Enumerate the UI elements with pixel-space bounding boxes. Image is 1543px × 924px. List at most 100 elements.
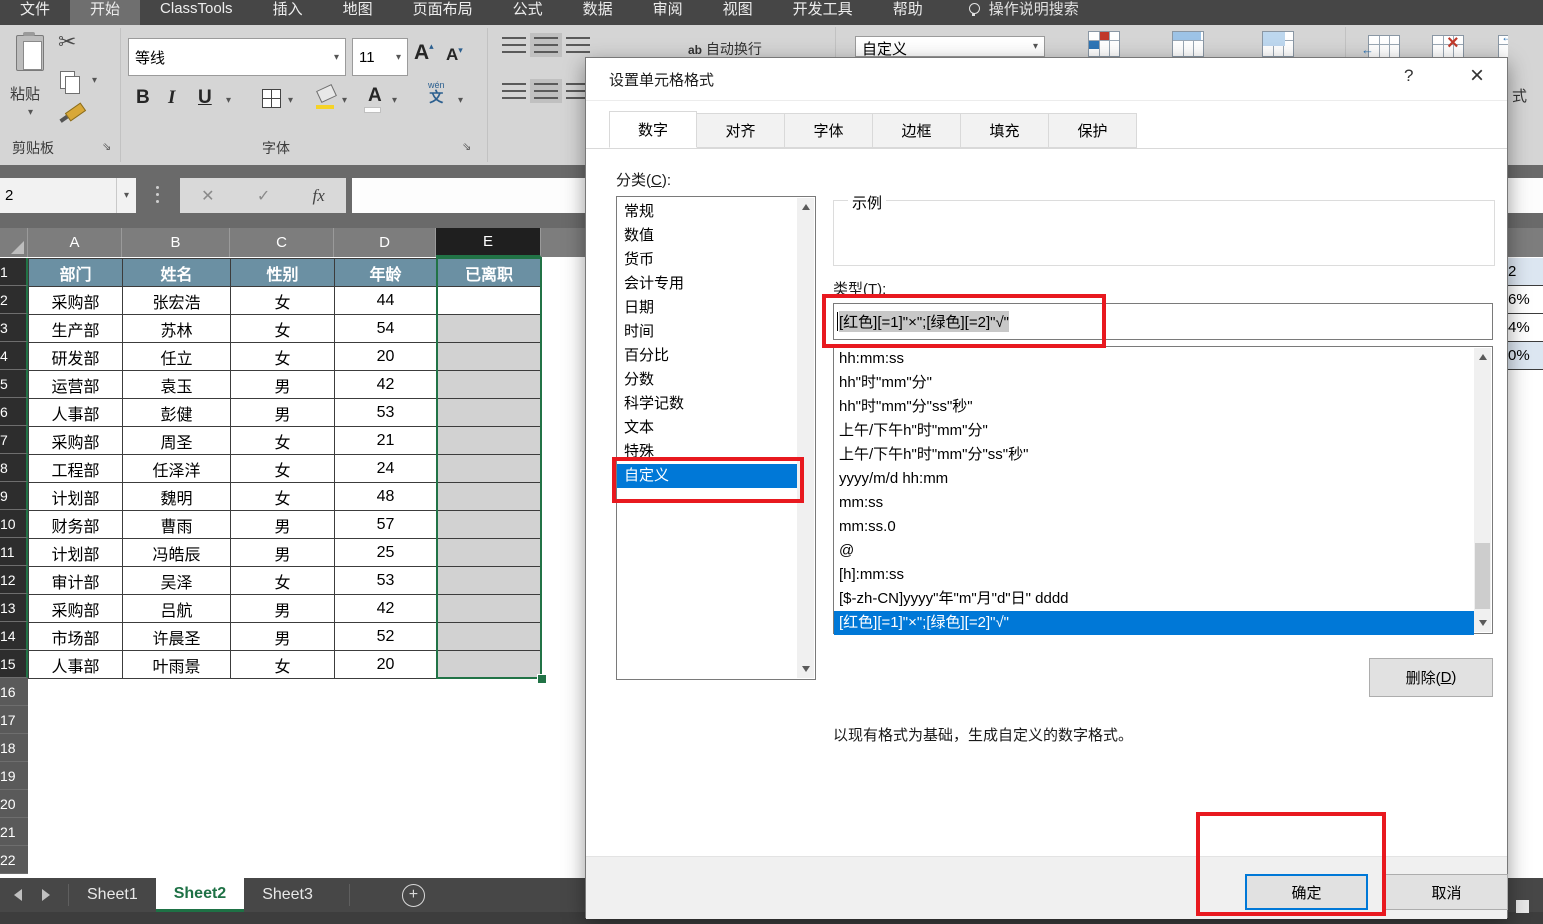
dialog-help-button[interactable]: ?: [1404, 66, 1413, 86]
category-option[interactable]: 文本: [617, 416, 797, 440]
underline-dropdown-arrow[interactable]: ▾: [226, 95, 231, 106]
font-color-dropdown-arrow[interactable]: ▾: [392, 95, 397, 106]
cell[interactable]: 采购部: [29, 595, 123, 623]
cell[interactable]: 44: [335, 287, 437, 315]
cancel-entry-icon[interactable]: ✕: [201, 186, 214, 206]
font-name-combo[interactable]: 等线 ▾: [128, 38, 346, 76]
row-header[interactable]: 11: [0, 538, 28, 566]
cell[interactable]: 57: [335, 511, 437, 539]
cell[interactable]: 研发部: [29, 343, 123, 371]
cell-styles-icon[interactable]: [1262, 31, 1294, 57]
cell[interactable]: 20: [335, 651, 437, 679]
cell[interactable]: 彭健: [123, 399, 231, 427]
format-scrollbar[interactable]: [1474, 348, 1491, 632]
ribbon-tab-classtools[interactable]: ClassTools: [140, 0, 253, 25]
cell[interactable]: [437, 539, 542, 567]
fill-color-dropdown-arrow[interactable]: ▾: [342, 95, 347, 106]
cell[interactable]: 53: [335, 399, 437, 427]
cell[interactable]: 男: [231, 539, 335, 567]
cell[interactable]: 20: [335, 343, 437, 371]
type-input[interactable]: [红色][=1]"×";[绿色][=2]"√": [833, 303, 1493, 340]
borders-icon[interactable]: [262, 89, 281, 108]
ribbon-tab-view[interactable]: 视图: [703, 0, 773, 25]
cell[interactable]: [437, 651, 542, 679]
sheet-nav-next-icon[interactable]: [42, 889, 50, 901]
cell[interactable]: 24: [335, 455, 437, 483]
cell[interactable]: 人事部: [29, 399, 123, 427]
cell[interactable]: [437, 511, 542, 539]
column-header-a[interactable]: A: [28, 228, 122, 257]
fill-handle[interactable]: [537, 674, 547, 684]
ribbon-tab-formulas[interactable]: 公式: [493, 0, 563, 25]
cell[interactable]: 25: [335, 539, 437, 567]
cell[interactable]: 吴泽: [123, 567, 231, 595]
category-option[interactable]: 时间: [617, 320, 797, 344]
enter-entry-icon[interactable]: ✓: [257, 186, 270, 206]
cell[interactable]: 女: [231, 315, 335, 343]
row-header[interactable]: 12: [0, 566, 28, 594]
category-option[interactable]: 百分比: [617, 344, 797, 368]
format-option[interactable]: mm:ss.0: [834, 515, 1474, 539]
cell[interactable]: 吕航: [123, 595, 231, 623]
borders-dropdown-arrow[interactable]: ▾: [288, 95, 293, 106]
column-header-e[interactable]: E: [436, 228, 541, 257]
cell[interactable]: 42: [335, 371, 437, 399]
format-option[interactable]: @: [834, 539, 1474, 563]
cell[interactable]: 男: [231, 399, 335, 427]
cell[interactable]: 男: [231, 371, 335, 399]
scroll-down-icon[interactable]: [1479, 620, 1487, 626]
row-header[interactable]: 4: [0, 342, 28, 370]
cell[interactable]: [437, 595, 542, 623]
cell[interactable]: 叶雨景: [123, 651, 231, 679]
font-dialog-launcher-icon[interactable]: ⇘: [462, 140, 471, 153]
cell[interactable]: 计划部: [29, 483, 123, 511]
cell[interactable]: 21: [335, 427, 437, 455]
conditional-formatting-icon[interactable]: [1088, 31, 1120, 57]
copy-dropdown-arrow[interactable]: ▾: [92, 75, 97, 86]
sheet-tab-sheet3[interactable]: Sheet3: [244, 878, 331, 912]
category-option[interactable]: 科学记数: [617, 392, 797, 416]
ribbon-tab-review[interactable]: 审阅: [633, 0, 703, 25]
format-as-table-icon[interactable]: [1172, 31, 1204, 57]
cell-partial[interactable]: 2: [1508, 258, 1543, 286]
row-header[interactable]: 6: [0, 398, 28, 426]
active-cell-e2[interactable]: [437, 287, 542, 315]
number-format-combo[interactable]: 自定义 ▾: [855, 36, 1045, 57]
row-header[interactable]: 10: [0, 510, 28, 538]
category-option-selected[interactable]: 自定义: [617, 464, 797, 488]
format-option[interactable]: hh"时"mm"分": [834, 371, 1474, 395]
ribbon-tab-file[interactable]: 文件: [0, 0, 70, 25]
cell-partial[interactable]: 6%: [1508, 286, 1543, 314]
bottom-align-icon[interactable]: [566, 37, 590, 53]
row-header[interactable]: 8: [0, 454, 28, 482]
header-cell[interactable]: 年龄: [335, 259, 437, 287]
format-option[interactable]: yyyy/m/d hh:mm: [834, 467, 1474, 491]
cell[interactable]: 男: [231, 623, 335, 651]
sheet-tab-sheet2[interactable]: Sheet2: [156, 878, 244, 912]
view-mode-icon[interactable]: [1516, 900, 1529, 913]
cell[interactable]: 女: [231, 651, 335, 679]
row-header[interactable]: 5: [0, 370, 28, 398]
category-option[interactable]: 分数: [617, 368, 797, 392]
clipboard-dialog-launcher-icon[interactable]: ⇘: [102, 140, 111, 153]
cell[interactable]: 采购部: [29, 427, 123, 455]
cell[interactable]: [437, 455, 542, 483]
cell[interactable]: [437, 343, 542, 371]
cell[interactable]: 工程部: [29, 455, 123, 483]
dialog-tab-fill[interactable]: 填充: [961, 113, 1049, 148]
cell[interactable]: 男: [231, 595, 335, 623]
align-left-icon[interactable]: [502, 83, 526, 99]
row-header[interactable]: 16: [0, 678, 28, 706]
cell[interactable]: 42: [335, 595, 437, 623]
phonetic-dropdown-arrow[interactable]: ▾: [458, 95, 463, 106]
row-header[interactable]: 20: [0, 790, 28, 818]
paste-dropdown-arrow[interactable]: ▾: [28, 107, 33, 118]
cell[interactable]: 袁玉: [123, 371, 231, 399]
cancel-button[interactable]: 取消: [1385, 874, 1508, 910]
category-option[interactable]: 货币: [617, 248, 797, 272]
ribbon-tab-data[interactable]: 数据: [563, 0, 633, 25]
italic-button[interactable]: I: [168, 87, 175, 109]
column-header-b[interactable]: B: [122, 228, 230, 257]
decrease-font-size-button[interactable]: A▾: [446, 45, 463, 65]
increase-font-size-button[interactable]: A▴: [414, 41, 434, 65]
